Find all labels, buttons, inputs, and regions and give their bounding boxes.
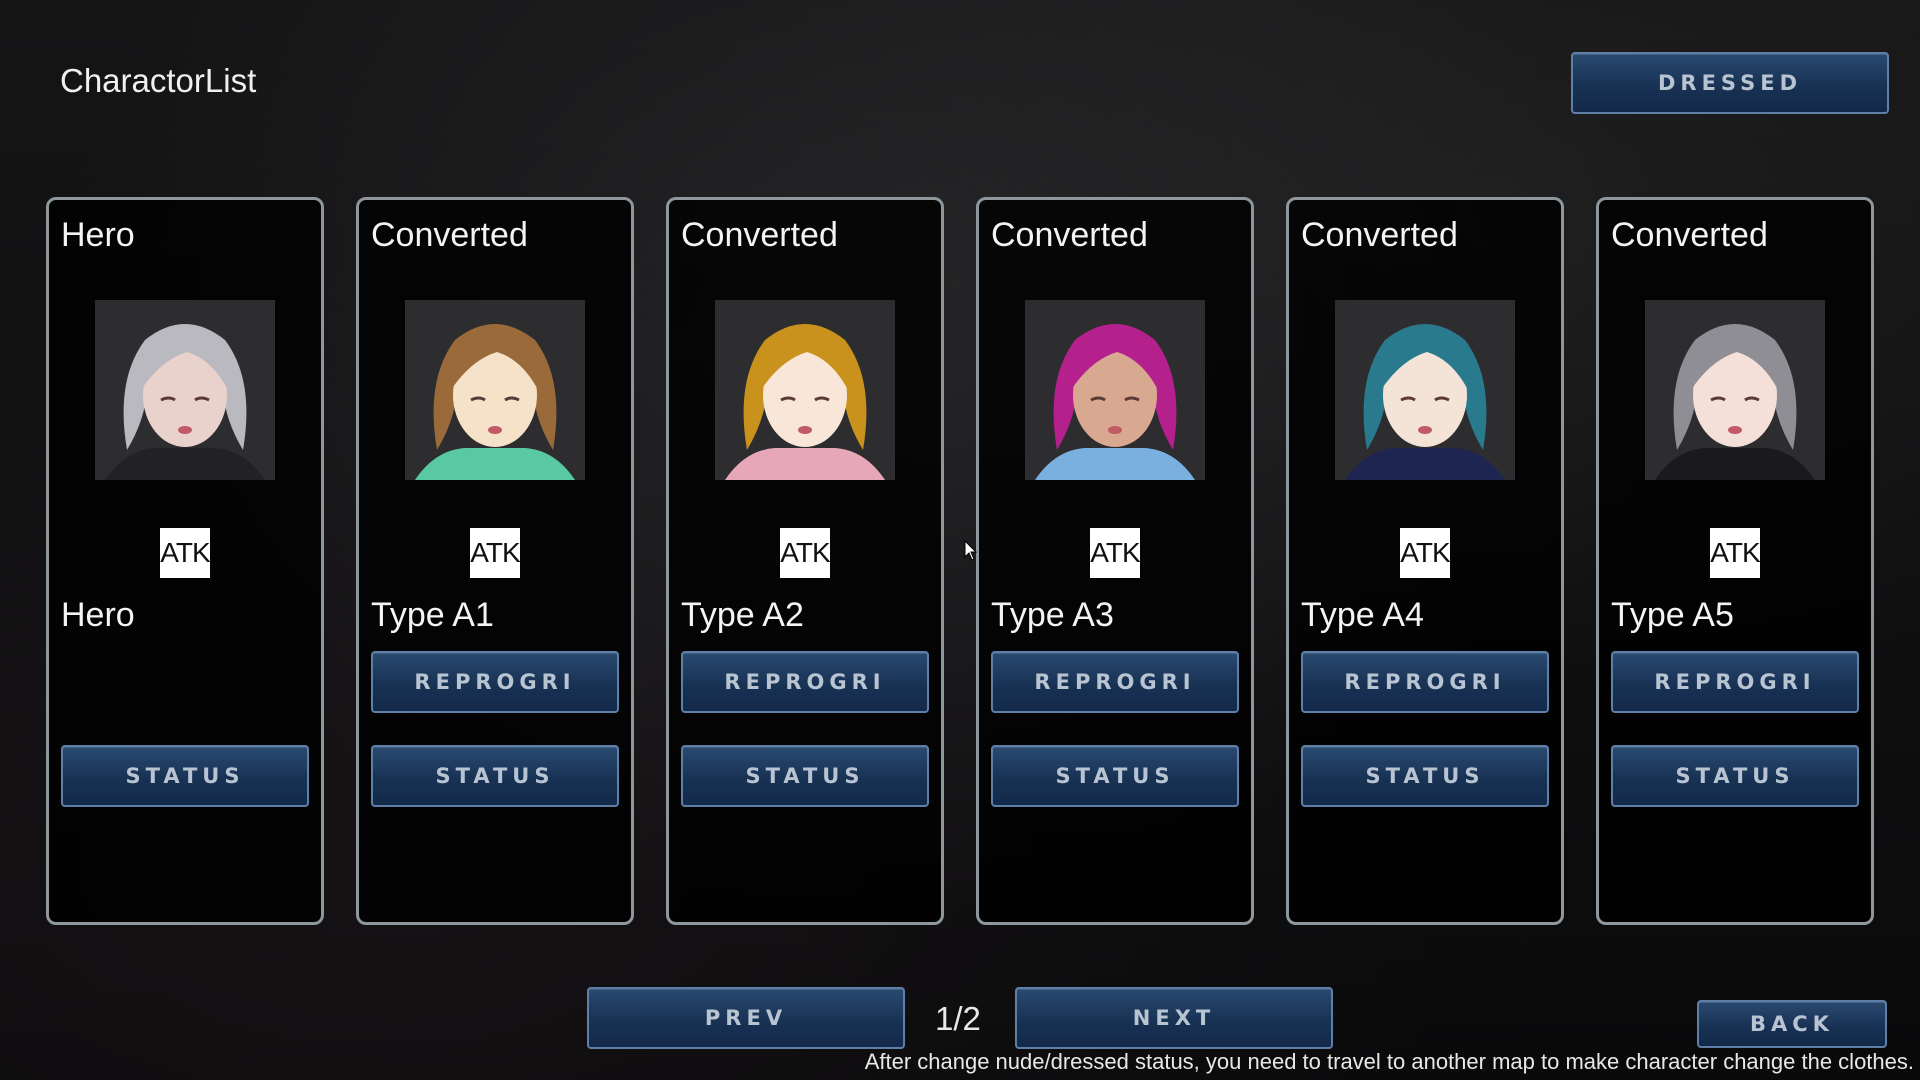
character-name: Type A3 <box>991 596 1114 634</box>
card-category-label: Converted <box>681 216 838 254</box>
atk-badge: ATK <box>470 528 521 578</box>
character-list-screen: CharactorList DRESSED Hero ATK Hero STATUS C… <box>0 0 1920 1080</box>
type-a1-portrait <box>405 300 585 480</box>
type-a2-portrait <box>715 300 895 480</box>
mouse-cursor-icon <box>964 539 978 567</box>
character-card: Converted ATK Type A3 REPROGRI STATUS <box>976 197 1254 925</box>
next-page-button[interactable]: NEXT <box>1015 987 1333 1049</box>
card-category-label: Converted <box>991 216 1148 254</box>
card-category-label: Converted <box>371 216 528 254</box>
status-button[interactable]: STATUS <box>61 745 309 807</box>
character-card: Hero ATK Hero STATUS <box>46 197 324 925</box>
character-name: Hero <box>61 596 135 634</box>
status-button[interactable]: STATUS <box>1301 745 1549 807</box>
atk-badge: ATK <box>780 528 831 578</box>
character-card: Converted ATK Type A2 REPROGRI STATUS <box>666 197 944 925</box>
footer-note: After change nude/dressed status, you ne… <box>864 1049 1914 1074</box>
reprogram-button[interactable]: REPROGRI <box>1301 651 1549 713</box>
type-a5-portrait <box>1645 300 1825 480</box>
card-category-label: Converted <box>1301 216 1458 254</box>
status-button[interactable]: STATUS <box>1611 745 1859 807</box>
atk-badge: ATK <box>1710 528 1761 578</box>
status-button[interactable]: STATUS <box>991 745 1239 807</box>
character-name: Type A2 <box>681 596 804 634</box>
card-category-label: Converted <box>1611 216 1768 254</box>
atk-badge: ATK <box>160 528 211 578</box>
character-card: Converted ATK Type A1 REPROGRI STATUS <box>356 197 634 925</box>
character-card: Converted ATK Type A4 REPROGRI STATUS <box>1286 197 1564 925</box>
card-category-label: Hero <box>61 216 135 254</box>
character-name: Type A5 <box>1611 596 1734 634</box>
hero-portrait <box>95 300 275 480</box>
type-a3-portrait <box>1025 300 1205 480</box>
type-a4-portrait <box>1335 300 1515 480</box>
character-card: Converted ATK Type A5 REPROGRI STATUS <box>1596 197 1874 925</box>
back-button[interactable]: BACK <box>1697 1000 1887 1048</box>
atk-badge: ATK <box>1400 528 1451 578</box>
reprogram-button[interactable]: REPROGRI <box>1611 651 1859 713</box>
character-name: Type A1 <box>371 596 494 634</box>
reprogram-button[interactable]: REPROGRI <box>371 651 619 713</box>
reprogram-button[interactable]: REPROGRI <box>681 651 929 713</box>
status-button[interactable]: STATUS <box>371 745 619 807</box>
reprogram-button[interactable]: REPROGRI <box>991 651 1239 713</box>
prev-page-button[interactable]: PREV <box>587 987 905 1049</box>
atk-badge: ATK <box>1090 528 1141 578</box>
dressed-toggle-button[interactable]: DRESSED <box>1571 52 1889 114</box>
page-indicator: 1/2 <box>935 1000 981 1037</box>
page-title: CharactorList <box>60 62 257 99</box>
status-button[interactable]: STATUS <box>681 745 929 807</box>
character-name: Type A4 <box>1301 596 1424 634</box>
